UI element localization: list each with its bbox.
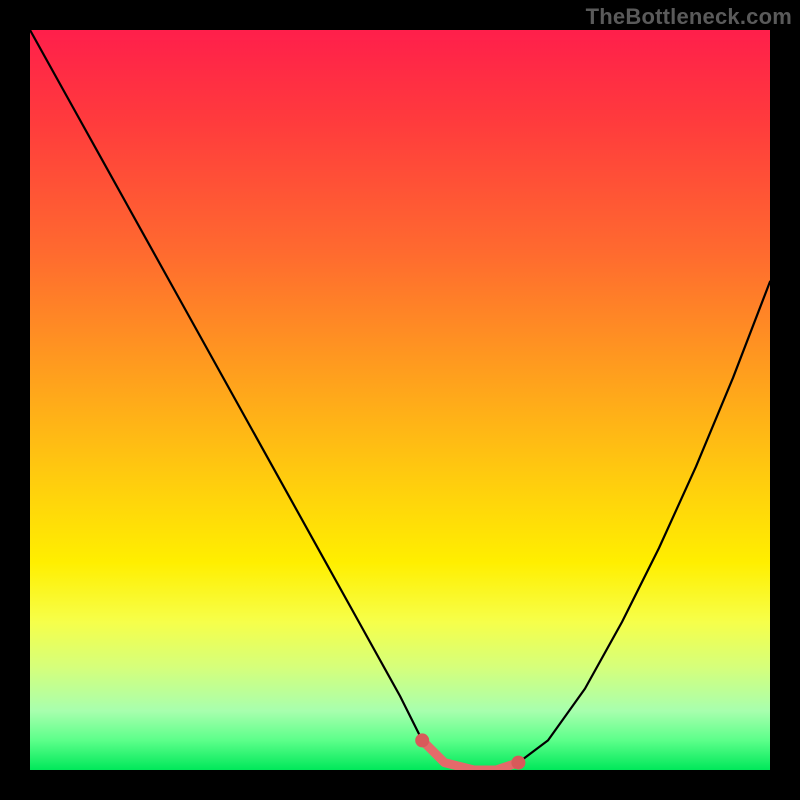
curve-layer [30,30,770,770]
bottleneck-curve [30,30,770,770]
chart-frame: TheBottleneck.com [0,0,800,800]
plot-area [30,30,770,770]
watermark-text: TheBottleneck.com [586,4,792,30]
highlight-segment [422,740,518,770]
highlight-endpoint-left [415,733,429,747]
highlight-endpoint-right [511,756,525,770]
